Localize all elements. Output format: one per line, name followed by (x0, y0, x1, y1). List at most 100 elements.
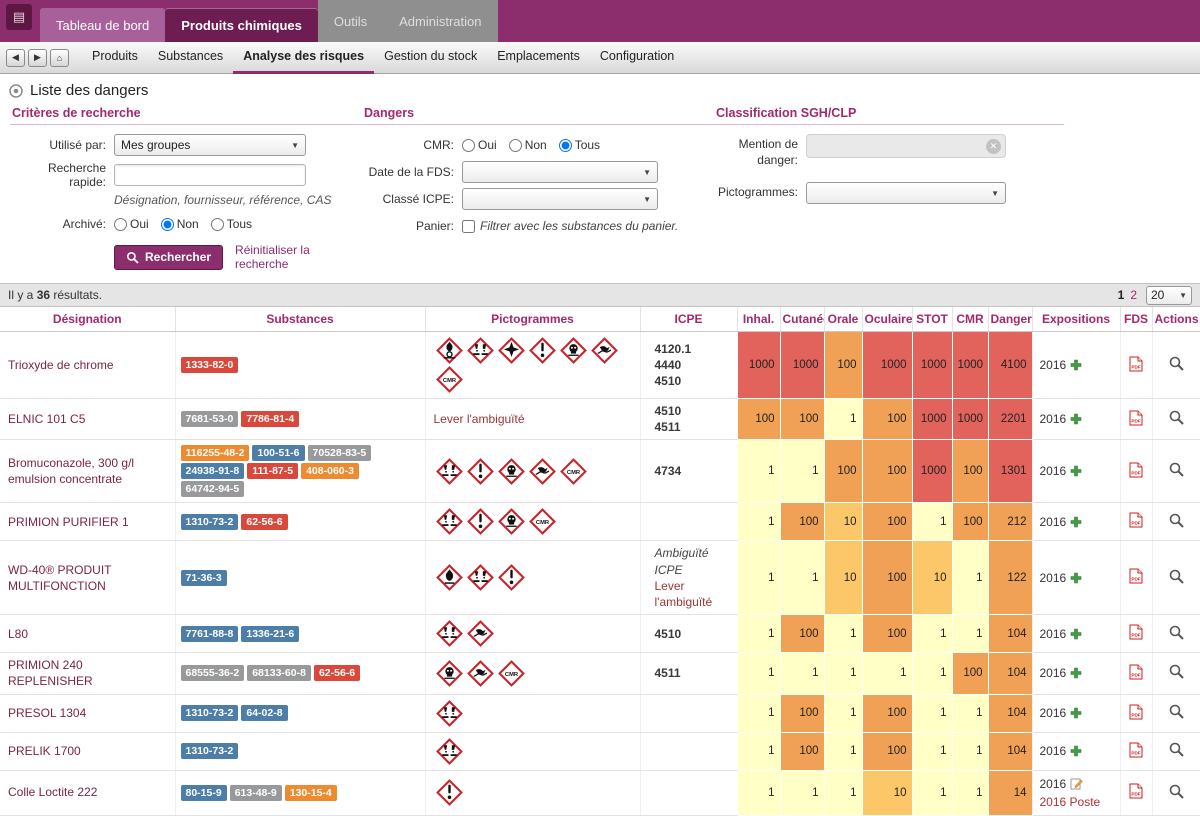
tab-administration[interactable]: Administration (383, 0, 498, 42)
cas-badge[interactable]: 1310-73-2 (180, 513, 239, 530)
menu-item-produits[interactable]: Produits (82, 42, 148, 74)
cmr-option-non[interactable]: Non (508, 138, 547, 152)
view-details-icon[interactable] (1168, 741, 1185, 758)
cas-badge[interactable]: 64742-94-5 (180, 481, 245, 498)
add-exposition-icon[interactable] (1070, 628, 1082, 640)
add-exposition-icon[interactable] (1070, 359, 1082, 371)
add-exposition-icon[interactable] (1070, 572, 1082, 584)
cmr-radio-non[interactable] (508, 138, 522, 152)
cas-badge[interactable]: 408-060-3 (301, 463, 359, 480)
back-button[interactable]: ◀ (6, 48, 25, 67)
reset-search-link[interactable]: Réinitialiser la recherche (235, 243, 362, 271)
fds-pdf-icon[interactable]: PDF (1129, 462, 1143, 478)
archived-radio-oui[interactable] (114, 217, 127, 231)
fds-pdf-icon[interactable]: PDF (1129, 624, 1143, 640)
cas-badge[interactable]: 62-56-6 (313, 665, 361, 682)
cmr-value-cell: 100 (951, 652, 988, 695)
cas-badge[interactable]: 100-51-6 (252, 445, 305, 462)
menu-item-emplacements[interactable]: Emplacements (487, 42, 590, 74)
cas-badge[interactable]: 64-02-8 (241, 705, 288, 721)
archived-radio-tous[interactable] (210, 217, 224, 231)
cas-badge[interactable]: 80-15-9 (180, 784, 227, 801)
quick-search-input[interactable] (114, 164, 306, 186)
clear-icon[interactable]: ✕ (986, 139, 1001, 154)
lever-ambiguite-link[interactable]: Lever l'ambiguïté (434, 412, 525, 426)
edit-exposition-icon[interactable] (1070, 777, 1084, 790)
fds-pdf-icon[interactable]: PDF (1129, 568, 1143, 584)
cas-badge[interactable]: 130-15-4 (284, 784, 337, 801)
cmr-option-tous[interactable]: Tous (558, 138, 600, 152)
menu-item-gestion-du-stock[interactable]: Gestion du stock (374, 42, 487, 74)
used-by-select[interactable]: Mes groupes ▼ (114, 134, 306, 156)
view-details-icon[interactable] (1168, 461, 1185, 478)
cas-badge[interactable]: 71-36-3 (180, 569, 227, 586)
view-details-icon[interactable] (1168, 663, 1185, 680)
view-details-icon[interactable] (1168, 512, 1185, 529)
cas-badge[interactable]: 62-56-6 (241, 513, 288, 530)
tab-produits-chimiques[interactable]: Produits chimiques (165, 8, 318, 42)
mention-danger-input[interactable]: ✕ (806, 134, 1006, 158)
fds-pdf-icon[interactable]: PDF (1129, 704, 1143, 720)
home-button[interactable]: ⌂ (50, 48, 69, 67)
archived-option-oui[interactable]: Oui (114, 217, 149, 231)
fds-pdf-icon[interactable]: PDF (1129, 512, 1143, 528)
tab-tableau-de-bord[interactable]: Tableau de bord (40, 8, 166, 42)
view-details-icon[interactable] (1168, 703, 1185, 720)
archived-option-non[interactable]: Non (160, 217, 199, 231)
view-details-icon[interactable] (1168, 783, 1185, 800)
page-2[interactable]: 2 (1130, 288, 1137, 302)
view-details-icon[interactable] (1168, 624, 1185, 641)
cas-badge[interactable]: 1310-73-2 (180, 743, 239, 759)
stot-value-cell: 1 (911, 614, 952, 654)
app-menu-button[interactable]: ▤ (6, 4, 32, 30)
column-header-expositions: Expositions (1031, 307, 1120, 332)
view-details-icon[interactable] (1168, 355, 1185, 372)
cas-badge[interactable]: 7681-53-0 (180, 411, 239, 428)
menu-item-analyse-des-risques[interactable]: Analyse des risques (233, 42, 375, 74)
icpe-ambiguity-note: Ambiguïté ICPE (654, 546, 709, 577)
cas-badge[interactable]: 111-87-5 (247, 463, 299, 480)
fds-pdf-icon[interactable]: PDF (1129, 410, 1143, 426)
menu-item-configuration[interactable]: Configuration (590, 42, 684, 74)
cas-badge[interactable]: 24938-91-8 (180, 463, 245, 480)
cas-badge[interactable]: 68133-60-8 (247, 665, 311, 682)
fds-pdf-icon[interactable]: PDF (1129, 356, 1143, 372)
cas-badge[interactable]: 613-48-9 (229, 784, 282, 801)
cas-badge[interactable]: 7786-81-4 (241, 411, 300, 428)
tab-outils[interactable]: Outils (317, 0, 384, 42)
add-exposition-icon[interactable] (1070, 465, 1082, 477)
add-exposition-icon[interactable] (1070, 667, 1082, 679)
fds-pdf-icon[interactable]: PDF (1129, 783, 1143, 799)
add-exposition-icon[interactable] (1070, 413, 1082, 425)
exposition-year: 2016 (1039, 744, 1067, 758)
add-exposition-icon[interactable] (1070, 707, 1082, 719)
basket-checkbox[interactable] (462, 219, 475, 233)
cas-badge[interactable]: 1310-73-2 (180, 705, 239, 721)
cas-badge[interactable]: 68555-36-2 (180, 665, 245, 682)
cmr-radio-oui[interactable] (462, 138, 475, 152)
cas-badge[interactable]: 116255-48-2 (180, 445, 250, 462)
forward-button[interactable]: ▶ (28, 48, 47, 67)
cas-badge[interactable]: 70528-83-5 (307, 445, 372, 462)
add-exposition-icon[interactable] (1070, 745, 1082, 757)
menu-item-substances[interactable]: Substances (148, 42, 233, 74)
cmr-radio-tous[interactable] (558, 138, 572, 152)
view-details-icon[interactable] (1168, 409, 1185, 426)
add-exposition-icon[interactable] (1070, 516, 1082, 528)
page-size-select[interactable]: 20 ▼ (1146, 285, 1192, 305)
cutanee-value-cell: 100 (779, 502, 824, 542)
view-details-icon[interactable] (1168, 568, 1185, 585)
archived-option-tous[interactable]: Tous (210, 217, 252, 231)
cas-badge[interactable]: 7761-88-8 (180, 625, 239, 642)
icpe-class-select[interactable]: ▼ (462, 188, 658, 210)
cas-badge[interactable]: 1333-82-0 (180, 357, 239, 373)
fds-date-select[interactable]: ▼ (462, 161, 658, 183)
search-button[interactable]: Rechercher (114, 244, 224, 270)
cmr-option-oui[interactable]: Oui (462, 138, 497, 152)
fds-pdf-icon[interactable]: PDF (1129, 742, 1143, 758)
archived-radio-non[interactable] (160, 217, 174, 231)
lever-ambiguite-link[interactable]: Lever l'ambiguïté (655, 579, 713, 609)
pictogrammes-select[interactable]: ▼ (806, 182, 1006, 205)
cas-badge[interactable]: 1336-21-6 (241, 625, 300, 642)
fds-pdf-icon[interactable]: PDF (1129, 664, 1143, 680)
